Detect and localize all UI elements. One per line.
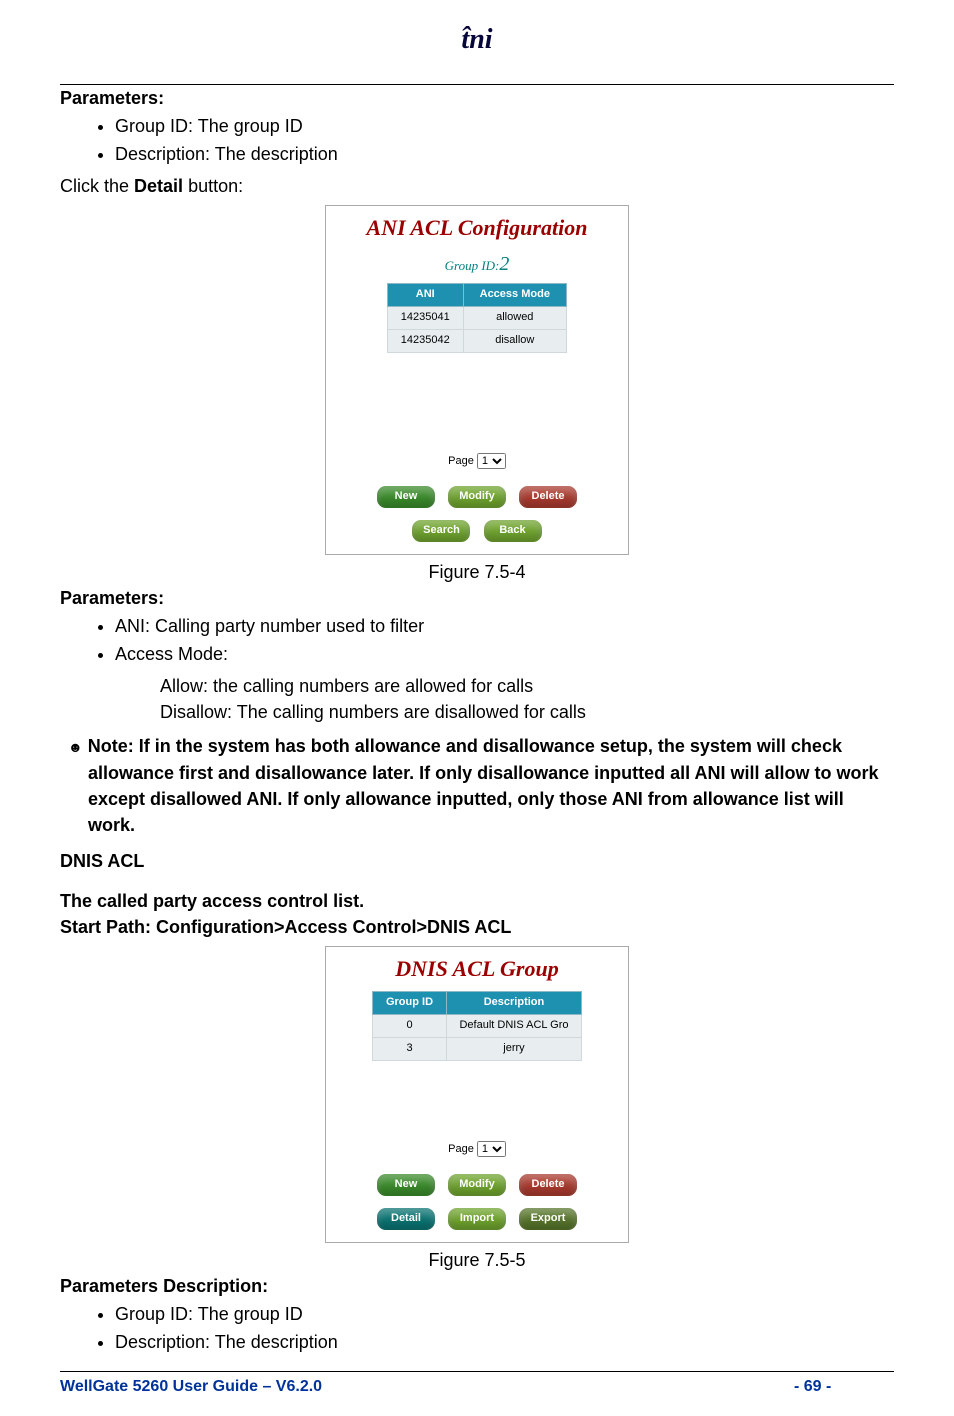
page-select[interactable]: 1	[477, 453, 506, 469]
list-item: Description: The description	[115, 1329, 894, 1355]
import-button[interactable]: Import	[448, 1208, 506, 1230]
detail-button[interactable]: Detail	[377, 1208, 435, 1230]
parameters-list-1: Group ID: The group ID Description: The …	[115, 113, 894, 167]
page-header: t̂ni	[60, 30, 894, 85]
page-select[interactable]: 1	[477, 1141, 506, 1157]
parameters-heading-3: Parameters Description:	[60, 1273, 894, 1299]
col-header: Access Mode	[463, 284, 566, 307]
search-button[interactable]: Search	[412, 520, 470, 542]
parameters-list-2: ANI: Calling party number used to filter…	[115, 613, 894, 667]
fig2-caption: Figure 7.5-5	[60, 1247, 894, 1273]
parameters-list-3: Group ID: The group ID Description: The …	[115, 1301, 894, 1355]
delete-button[interactable]: Delete	[519, 486, 577, 508]
back-button[interactable]: Back	[484, 520, 542, 542]
list-item: ANI: Calling party number used to filter	[115, 613, 894, 639]
sub-allow: Allow: the calling numbers are allowed f…	[160, 673, 894, 699]
note-block: ☻ Note: If in the system has both allowa…	[68, 733, 894, 837]
footer-page-number: - 69 -	[794, 1378, 894, 1396]
modify-button[interactable]: Modify	[448, 1174, 506, 1196]
list-item: Group ID: The group ID	[115, 1301, 894, 1327]
new-button[interactable]: New	[377, 1174, 435, 1196]
fig2-pager: Page 1	[332, 1141, 622, 1158]
table-row[interactable]: 3 jerry	[373, 1037, 582, 1060]
fig-7-5-4-screenshot: ANI ACL Configuration Group ID:2 ANI Acc…	[325, 205, 629, 555]
fig1-table: ANI Access Mode 14235041 allowed 1423504…	[387, 283, 567, 353]
fig1-title: ANI ACL Configuration	[332, 212, 622, 244]
footer-left: WellGate 5260 User Guide – V6.2.0	[60, 1378, 794, 1396]
click-detail-line: Click the Detail button:	[60, 173, 894, 199]
table-row[interactable]: 14235041 allowed	[388, 307, 567, 330]
col-header: Group ID	[373, 992, 447, 1015]
export-button[interactable]: Export	[519, 1208, 577, 1230]
table-row[interactable]: 14235042 disallow	[388, 330, 567, 353]
list-item: Description: The description	[115, 141, 894, 167]
fig1-group-line: Group ID:2	[332, 250, 622, 279]
page-footer: WellGate 5260 User Guide – V6.2.0 - 69 -	[60, 1371, 894, 1396]
sub-disallow: Disallow: The calling numbers are disall…	[160, 699, 894, 725]
fig-7-5-5-screenshot: DNIS ACL Group Group ID Description 0 De…	[325, 946, 629, 1243]
parameters-heading-1: Parameters:	[60, 85, 894, 111]
dnis-path: Start Path: Configuration>Access Control…	[60, 914, 894, 940]
header-logo: t̂ni	[461, 24, 492, 56]
list-item: Group ID: The group ID	[115, 113, 894, 139]
table-row[interactable]: 0 Default DNIS ACL Gro	[373, 1014, 582, 1037]
fig1-caption: Figure 7.5-4	[60, 559, 894, 585]
fig2-title: DNIS ACL Group	[332, 953, 622, 985]
parameters-heading-2: Parameters:	[60, 585, 894, 611]
fig1-pager: Page 1	[332, 453, 622, 470]
list-item: Access Mode:	[115, 641, 894, 667]
col-header: Description	[447, 992, 582, 1015]
note-icon: ☻	[68, 739, 83, 755]
fig2-table: Group ID Description 0 Default DNIS ACL …	[372, 991, 582, 1061]
header-rule	[60, 84, 894, 85]
modify-button[interactable]: Modify	[448, 486, 506, 508]
new-button[interactable]: New	[377, 486, 435, 508]
dnis-heading: DNIS ACL	[60, 848, 894, 874]
col-header: ANI	[388, 284, 464, 307]
dnis-intro: The called party access control list.	[60, 888, 894, 914]
delete-button[interactable]: Delete	[519, 1174, 577, 1196]
